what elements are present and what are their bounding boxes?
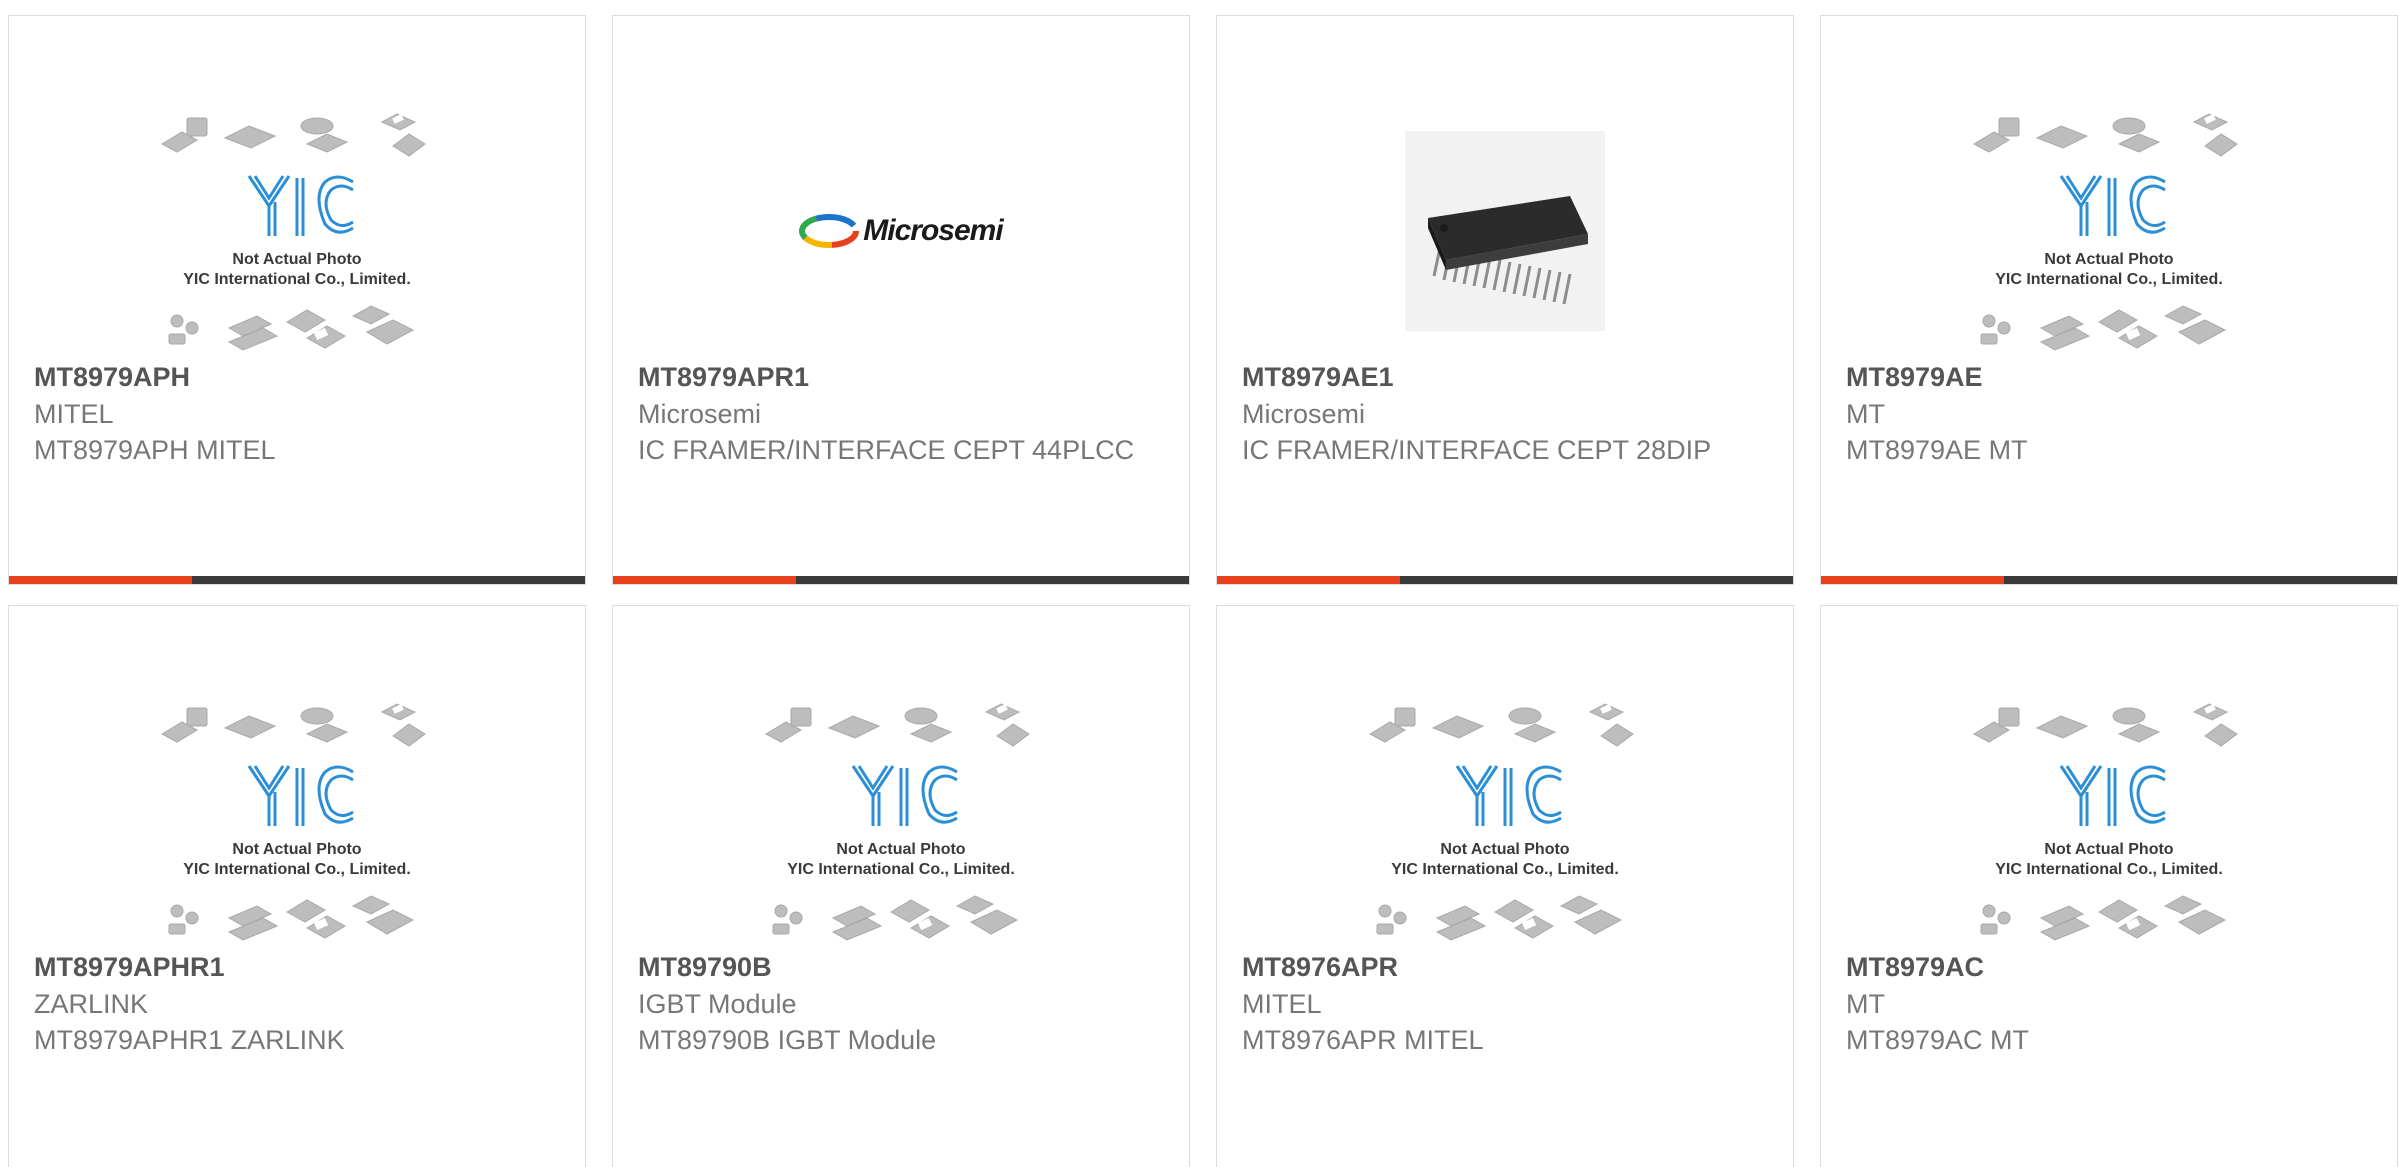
product-card[interactable]: Microsemi MT8979APR1 Microsemi IC FRAMER… <box>612 15 1190 585</box>
product-card[interactable]: Not Actual Photo YIC International Co., L… <box>1216 605 1794 1167</box>
product-image[interactable]: Not Actual Photo YIC International Co., L… <box>1821 96 2397 366</box>
product-description: MT8979APHR1 ZARLINK <box>34 1025 345 1055</box>
svg-text:Not Actual Photo: Not Actual Photo <box>1440 841 1569 858</box>
svg-text:YIC International Co., Limited: YIC International Co., Limited. <box>1995 861 2223 878</box>
microsemi-swirl-icon <box>799 214 860 248</box>
product-part-number[interactable]: MT8979AE1 <box>1242 358 1768 396</box>
svg-text:Not Actual Photo: Not Actual Photo <box>2044 251 2173 268</box>
product-card[interactable]: Not Actual Photo YIC International Co., L… <box>8 605 586 1167</box>
card-accent-segment <box>613 576 796 584</box>
microsemi-logo-text: Microsemi <box>863 214 1003 247</box>
product-brand: Microsemi <box>1242 399 1366 429</box>
product-grid: Not Actual Photo YIC International Co., L… <box>0 0 2400 1167</box>
dip-chip-photo <box>1405 131 1605 331</box>
product-image[interactable]: Not Actual Photo YIC International Co., L… <box>613 686 1189 956</box>
product-part-number[interactable]: MT8979AC <box>1846 948 2372 986</box>
product-card[interactable]: MT8979AE1 Microsemi IC FRAMER/INTERFACE … <box>1216 15 1794 585</box>
product-part-number[interactable]: MT8979APR1 <box>638 358 1164 396</box>
product-description: MT8979APH MITEL <box>34 435 276 465</box>
product-brand: ZARLINK <box>34 989 149 1019</box>
not-actual-photo-placeholder: Not Actual Photo YIC International Co., L… <box>764 703 1030 941</box>
not-actual-photo-placeholder: Not Actual Photo YIC International Co., L… <box>160 703 426 941</box>
product-image[interactable]: Not Actual Photo YIC International Co., L… <box>1821 686 2397 956</box>
svg-text:Not Actual Photo: Not Actual Photo <box>232 841 361 858</box>
product-card[interactable]: Not Actual Photo YIC International Co., L… <box>1820 605 2398 1167</box>
product-image[interactable] <box>1217 96 1793 366</box>
card-accent-bar <box>1217 576 1793 584</box>
product-description: MT8976APR MITEL <box>1242 1025 1484 1055</box>
product-description: IC FRAMER/INTERFACE CEPT 44PLCC <box>638 435 1135 465</box>
dip-chip-icon <box>1428 196 1588 305</box>
svg-text:Not Actual Photo: Not Actual Photo <box>836 841 965 858</box>
card-accent-bar <box>613 576 1189 584</box>
card-accent-segment <box>1821 576 2004 584</box>
product-card[interactable]: Not Actual Photo YIC International Co., L… <box>8 15 586 585</box>
product-description: IC FRAMER/INTERFACE CEPT 28DIP <box>1242 435 1712 465</box>
card-accent-bar <box>1821 576 2397 584</box>
product-part-number[interactable]: MT8976APR <box>1242 948 1768 986</box>
product-brand: MT <box>1846 399 1885 429</box>
product-part-number[interactable]: MT8979AE <box>1846 358 2372 396</box>
product-description: MT89790B IGBT Module <box>638 1025 937 1055</box>
not-actual-photo-placeholder: Not Actual Photo YIC International Co., L… <box>1368 703 1634 941</box>
svg-text:YIC International Co., Limited: YIC International Co., Limited. <box>1391 861 1619 878</box>
card-accent-segment <box>9 576 192 584</box>
not-actual-photo-placeholder: Not Actual Photo YIC International Co., L… <box>1972 113 2238 351</box>
card-accent-segment <box>1217 576 1400 584</box>
svg-text:YIC International Co., Limited: YIC International Co., Limited. <box>787 861 1015 878</box>
product-brand: Microsemi <box>638 399 762 429</box>
product-image[interactable]: Microsemi <box>613 96 1189 366</box>
product-brand: MITEL <box>1242 989 1322 1019</box>
svg-text:YIC International Co., Limited: YIC International Co., Limited. <box>183 271 411 288</box>
svg-text:Not Actual Photo: Not Actual Photo <box>2044 841 2173 858</box>
product-card[interactable]: Not Actual Photo YIC International Co., L… <box>612 605 1190 1167</box>
svg-text:YIC International Co., Limited: YIC International Co., Limited. <box>183 861 411 878</box>
product-image[interactable]: Not Actual Photo YIC International Co., L… <box>9 686 585 956</box>
card-accent-bar <box>9 576 585 584</box>
not-actual-photo-placeholder: Not Actual Photo YIC International Co., L… <box>1972 703 2238 941</box>
product-description: MT8979AC MT <box>1846 1025 2030 1055</box>
product-part-number[interactable]: MT8979APHR1 <box>34 948 560 986</box>
microsemi-logo: Microsemi <box>799 213 1004 249</box>
product-card[interactable]: Not Actual Photo YIC International Co., L… <box>1820 15 2398 585</box>
product-brand: MT <box>1846 989 1885 1019</box>
product-brand: MITEL <box>34 399 114 429</box>
svg-text:YIC International Co., Limited: YIC International Co., Limited. <box>1995 271 2223 288</box>
product-image[interactable]: Not Actual Photo YIC International Co., L… <box>1217 686 1793 956</box>
product-brand: IGBT Module <box>638 989 797 1019</box>
product-image[interactable]: Not Actual Photo YIC International Co., L… <box>9 96 585 366</box>
svg-text:Not Actual Photo: Not Actual Photo <box>232 251 361 268</box>
product-part-number[interactable]: MT8979APH <box>34 358 560 396</box>
product-description: MT8979AE MT <box>1846 435 2028 465</box>
not-actual-photo-placeholder: Not Actual Photo YIC International Co., L… <box>160 113 426 351</box>
product-part-number[interactable]: MT89790B <box>638 948 1164 986</box>
